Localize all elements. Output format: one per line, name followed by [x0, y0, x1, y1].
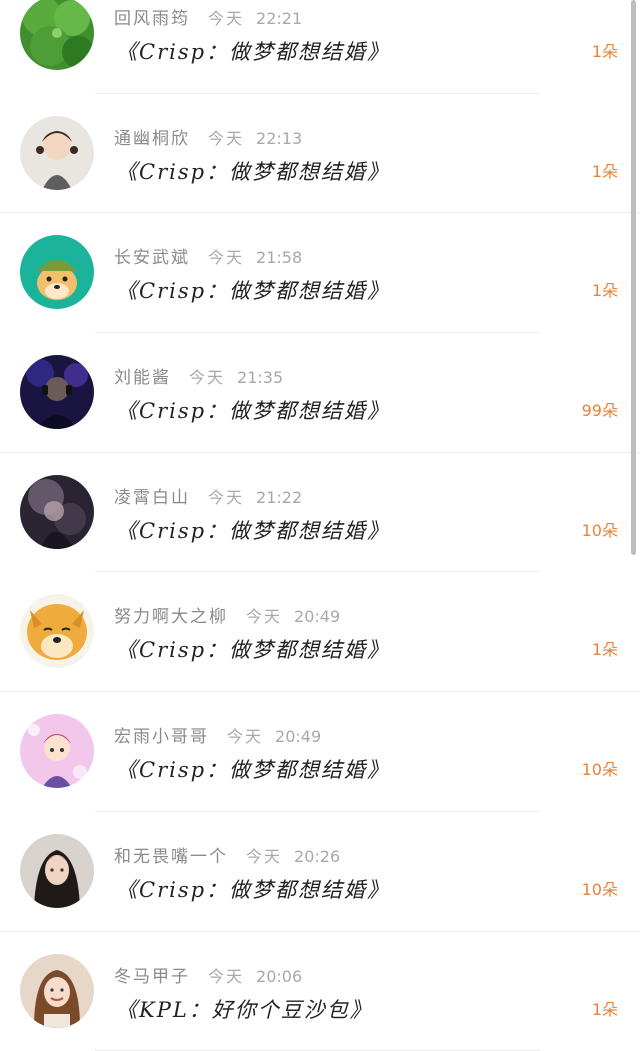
flower-count: 10朵: [582, 756, 618, 780]
flower-count: 1朵: [592, 38, 618, 62]
timestamp: 20:49: [275, 727, 321, 746]
username[interactable]: 回风雨筠: [114, 4, 190, 29]
date-label: 今天: [208, 125, 244, 149]
username[interactable]: 努力啊大之柳: [114, 602, 228, 627]
gift-title: 《Crisp：做梦都想结婚》: [116, 275, 390, 305]
gift-title: 《Crisp：做梦都想结婚》: [116, 156, 390, 186]
timestamp: 20:26: [294, 847, 340, 866]
gift-title: 《Crisp：做梦都想结婚》: [116, 515, 390, 545]
girl-pigtails-avatar[interactable]: [20, 116, 94, 190]
list-item[interactable]: 凌霄白山 今天 21:22 《Crisp：做梦都想结婚》 10朵: [0, 453, 640, 573]
flower-count: 10朵: [582, 517, 618, 541]
date-label: 今天: [208, 963, 244, 987]
list-item[interactable]: 冬马甲子 今天 20:06 《KPL：好你个豆沙包》 1朵: [0, 932, 640, 1051]
date-label: 今天: [208, 5, 244, 29]
date-label: 今天: [227, 723, 263, 747]
scrollbar[interactable]: [631, 0, 636, 555]
comment-meta: 宏雨小哥哥 今天 20:49: [114, 722, 321, 746]
doge-helmet-avatar[interactable]: [20, 235, 94, 309]
date-label: 今天: [246, 603, 282, 627]
timestamp: 21:22: [256, 488, 302, 507]
gift-title: 《KPL：好你个豆沙包》: [116, 994, 373, 1024]
headphone-dj-avatar[interactable]: [20, 355, 94, 429]
date-label: 今天: [246, 843, 282, 867]
timestamp: 21:35: [237, 368, 283, 387]
list-item[interactable]: 和无畏嘴一个 今天 20:26 《Crisp：做梦都想结婚》 10朵: [0, 812, 640, 932]
flower-count: 1朵: [592, 158, 618, 182]
comment-meta: 长安武斌 今天 21:58: [114, 243, 302, 267]
username[interactable]: 长安武斌: [114, 243, 190, 268]
flower-count: 99朵: [582, 397, 618, 421]
comment-list: 回风雨筠 今天 22:21 《Crisp：做梦都想结婚》 1朵 通幽桐欣 今天 …: [0, 0, 640, 1051]
comment-meta: 努力啊大之柳 今天 20:49: [114, 602, 340, 626]
list-item[interactable]: 长安武斌 今天 21:58 《Crisp：做梦都想结婚》 1朵: [0, 213, 640, 333]
flower-count: 1朵: [592, 996, 618, 1020]
comment-meta: 和无畏嘴一个 今天 20:26: [114, 842, 340, 866]
girl-smile-avatar[interactable]: [20, 954, 94, 1028]
comment-meta: 回风雨筠 今天 22:21: [114, 4, 302, 28]
timestamp: 22:21: [256, 9, 302, 28]
list-item[interactable]: 通幽桐欣 今天 22:13 《Crisp：做梦都想结婚》 1朵: [0, 94, 640, 214]
timestamp: 20:49: [294, 607, 340, 626]
cartoon-boy-avatar[interactable]: [20, 714, 94, 788]
woman-portrait-avatar[interactable]: [20, 834, 94, 908]
comment-meta: 冬马甲子 今天 20:06: [114, 962, 302, 986]
dark-portrait-avatar[interactable]: [20, 475, 94, 549]
timestamp: 20:06: [256, 967, 302, 986]
list-item[interactable]: 刘能酱 今天 21:35 《Crisp：做梦都想结婚》 99朵: [0, 333, 640, 453]
gift-title: 《Crisp：做梦都想结婚》: [116, 634, 390, 664]
username[interactable]: 刘能酱: [114, 363, 171, 388]
gift-title: 《Crisp：做梦都想结婚》: [116, 874, 390, 904]
date-label: 今天: [189, 364, 225, 388]
doge-face-avatar[interactable]: [20, 594, 94, 668]
list-item[interactable]: 努力啊大之柳 今天 20:49 《Crisp：做梦都想结婚》 1朵: [0, 572, 640, 692]
flower-count: 10朵: [582, 876, 618, 900]
date-label: 今天: [208, 244, 244, 268]
comment-meta: 凌霄白山 今天 21:22: [114, 483, 302, 507]
list-item[interactable]: 宏雨小哥哥 今天 20:49 《Crisp：做梦都想结婚》 10朵: [0, 692, 640, 812]
gift-title: 《Crisp：做梦都想结婚》: [116, 36, 390, 66]
username[interactable]: 宏雨小哥哥: [114, 722, 209, 747]
username[interactable]: 冬马甲子: [114, 962, 190, 987]
flower-count: 1朵: [592, 636, 618, 660]
username[interactable]: 通幽桐欣: [114, 124, 190, 149]
flower-count: 1朵: [592, 277, 618, 301]
comment-meta: 通幽桐欣 今天 22:13: [114, 124, 302, 148]
username[interactable]: 凌霄白山: [114, 483, 190, 508]
list-item[interactable]: 回风雨筠 今天 22:21 《Crisp：做梦都想结婚》 1朵: [0, 0, 640, 94]
timestamp: 22:13: [256, 129, 302, 148]
username[interactable]: 和无畏嘴一个: [114, 842, 228, 867]
comment-meta: 刘能酱 今天 21:35: [114, 363, 283, 387]
gift-title: 《Crisp：做梦都想结婚》: [116, 754, 390, 784]
gift-title: 《Crisp：做梦都想结婚》: [116, 395, 390, 425]
date-label: 今天: [208, 484, 244, 508]
timestamp: 21:58: [256, 248, 302, 267]
clover-avatar[interactable]: [20, 0, 94, 70]
